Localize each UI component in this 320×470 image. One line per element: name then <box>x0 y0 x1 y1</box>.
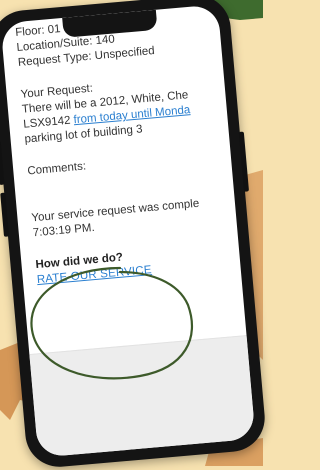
request-details: Floor: 01 Location/Suite: 140 Request Ty… <box>15 4 256 288</box>
phone-screen: Floor: 01 Location/Suite: 140 Request Ty… <box>0 4 256 458</box>
phone-mockup: Floor: 01 Location/Suite: 140 Request Ty… <box>0 0 268 470</box>
screen-bottom-area <box>29 335 256 458</box>
